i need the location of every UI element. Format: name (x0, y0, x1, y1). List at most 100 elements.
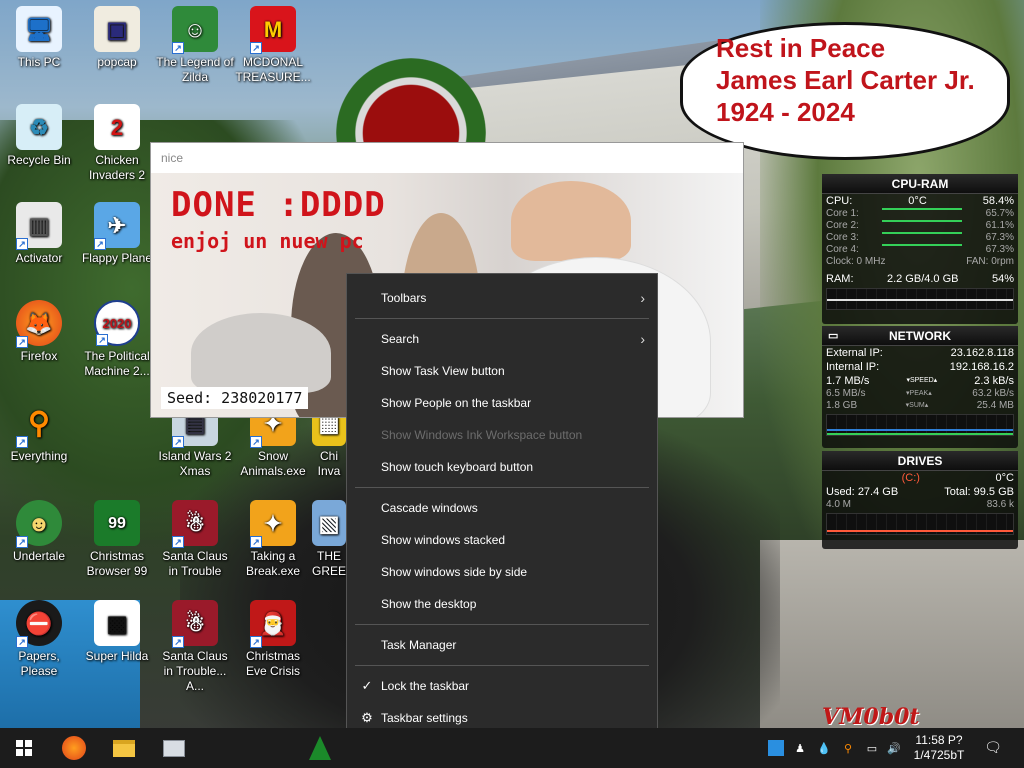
political-machine-icon: 2020 ↗ (94, 300, 140, 346)
chicken-icon: 2 (94, 104, 140, 150)
desktop-icon-activator[interactable]: ▥ ↗ Activator (0, 202, 78, 266)
wallpaper-path (760, 540, 1024, 730)
computer-icon: 🖥 (16, 6, 62, 52)
search-magnifier-icon[interactable]: ⚲ (840, 740, 856, 756)
menu-item-show-task-view[interactable]: Show Task View button (347, 355, 657, 387)
menu-separator (355, 624, 649, 625)
menu-separator (355, 665, 649, 666)
core-row: Core 1: 65.7% (826, 208, 1014, 219)
menu-item-task-manager[interactable]: Task Manager (347, 629, 657, 661)
enjoy-subline: enjoj un nuew pc (171, 229, 364, 253)
desktop-icon-everything[interactable]: ⚲ ↗ Everything (0, 400, 78, 464)
speed-row: 1.7 MB/s ▾SPEED▴ 2.3 kB/s (826, 375, 1014, 387)
tray-app-icon[interactable] (768, 740, 784, 756)
taskbar[interactable]: ♟ 💧 ⚲ ▭ 🔊 11:58 P? 1/4725bT 🗨 (0, 728, 1024, 768)
download-graph-line (827, 429, 1013, 431)
memorial-line-3: 1924 - 2024 (716, 97, 855, 127)
ram-row: RAM: 2.2 GB/4.0 GB 54% (826, 273, 1014, 285)
taskbar-christmas-browser[interactable] (296, 728, 344, 768)
computer-screen (191, 313, 331, 393)
drive-usage-row: Used: 27.4 GB Total: 99.5 GB (826, 486, 1014, 498)
taskbar-firefox[interactable] (50, 728, 98, 768)
drives-gadget[interactable]: DRIVES (C:) 0°C Used: 27.4 GB Total: 99.… (822, 451, 1018, 549)
desktop-icon-legend-of-zilda[interactable]: ☺ ↗ The Legend of Zilda (156, 6, 234, 85)
menu-separator (355, 487, 649, 488)
people-icon[interactable]: ♟ (792, 740, 808, 756)
recycle-bin-icon: ♻ (16, 104, 62, 150)
menu-separator (355, 318, 649, 319)
volume-icon[interactable]: 🔊 (886, 740, 902, 756)
desktop-icon-papers-please[interactable]: ⛔ ↗ Papers, Please (0, 600, 78, 679)
external-ip-row: External IP: 23.162.8.118 (826, 347, 1014, 359)
core-load-bar (882, 208, 963, 210)
memorial-line-1: Rest in Peace (716, 33, 886, 63)
menu-item-cascade-windows[interactable]: Cascade windows (347, 492, 657, 524)
checkmark-icon: ✓ (361, 678, 373, 693)
peak-row: 6.5 MB/s ▾PEAK▴ 63.2 kB/s (826, 388, 1014, 399)
menu-item-show-desktop[interactable]: Show the desktop (347, 588, 657, 620)
desktop-icon-popcap[interactable]: ▣ popcap (78, 6, 156, 70)
network-gadget[interactable]: ▭ NETWORK External IP: 23.162.8.118 Inte… (822, 326, 1018, 448)
taskbar-app[interactable] (150, 728, 198, 768)
memorial-line-2: James Earl Carter Jr. (716, 65, 975, 95)
action-center-icon[interactable]: 🗨 (984, 738, 1002, 756)
gadget-title: DRIVES (822, 451, 1018, 471)
christmas-tree-icon: 99 (94, 500, 140, 546)
desktop-icon-political-machine[interactable]: 2020 ↗ The Political Machine 2... (78, 300, 156, 379)
taskbar-file-explorer[interactable] (100, 728, 148, 768)
cpu-row: CPU: 0°C 58.4% (826, 195, 1014, 207)
core-row: Core 3: 67.3% (826, 232, 1014, 243)
menu-item-search[interactable]: Search › (347, 323, 657, 355)
gadget-title: CPU-RAM (822, 174, 1018, 194)
desktop-icon-christmas-eve-crisis[interactable]: 🎅 ↗ Christmas Eve Crisis (234, 600, 312, 679)
activator-icon: ▥ ↗ (16, 202, 62, 250)
watermark-text: VM0b0t (822, 704, 920, 730)
desktop-icon-the-gree-partial[interactable]: ▧ THE GREE (312, 500, 346, 579)
clock-time: 11:58 P? (915, 733, 963, 747)
sum-row: 1.8 GB ▾SUM▴ 25.4 MB (826, 400, 1014, 411)
desktop-icon-super-hilda[interactable]: ▩ Super Hilda (78, 600, 156, 664)
menu-item-toolbars[interactable]: Toolbars › (347, 282, 657, 314)
monitor-icon: ▭ (828, 330, 839, 342)
santa-icon: ☃ ↗ (172, 500, 218, 548)
papers-please-icon: ⛔ ↗ (16, 600, 62, 648)
chevron-right-icon: › (640, 290, 645, 306)
desktop-icon-christmas-browser-99[interactable]: 99 Christmas Browser 99 (78, 500, 156, 579)
cpu-ram-gadget[interactable]: CPU-RAM CPU: 0°C 58.4% Core 1: 65.7% Core… (822, 174, 1018, 324)
menu-item-show-touch-keyboard[interactable]: Show touch keyboard button (347, 451, 657, 483)
internal-ip-row: Internal IP: 192.168.16.2 (826, 361, 1014, 373)
menu-item-lock-taskbar[interactable]: ✓ Lock the taskbar (347, 670, 657, 702)
seed-label: Seed: 238020177 (161, 387, 309, 409)
window-title[interactable]: nice (151, 143, 743, 173)
desktop-icon-recycle-bin[interactable]: ♻ Recycle Bin (0, 104, 78, 168)
start-button[interactable] (0, 728, 48, 768)
menu-item-windows-side-by-side[interactable]: Show windows side by side (347, 556, 657, 588)
desktop-icon-firefox[interactable]: 🦊 ↗ Firefox (0, 300, 78, 364)
folder-icon (113, 739, 135, 757)
droplet-icon[interactable]: 💧 (816, 740, 832, 756)
super-hilda-icon: ▩ (94, 600, 140, 646)
desktop-icon-santa-claus-in-trouble-again[interactable]: ☃ ↗ Santa Claus in Trouble... A... (156, 600, 234, 694)
drive-activity-graph (826, 513, 1014, 535)
taskbar-clock[interactable]: 11:58 P? 1/4725bT (906, 733, 972, 763)
firefox-icon: 🦊 ↗ (16, 300, 62, 348)
desktop-icon-flappy-plane[interactable]: ✈ ↗ Flappy Plane (78, 202, 156, 266)
christmas-tree-icon (309, 736, 331, 760)
desktop-icon-chicken-invaders-2[interactable]: 2 Chicken Invaders 2 (78, 104, 156, 183)
desktop-icon-santa-claus-in-trouble[interactable]: ☃ ↗ Santa Claus in Trouble (156, 500, 234, 579)
santa-face-icon: 🎅 ↗ (250, 600, 296, 648)
network-traffic-graph (826, 414, 1014, 436)
desktop-icon-mcdonal-treasure[interactable]: M ↗ MCDONAL TREASURE... (234, 6, 312, 85)
network-icon[interactable]: ▭ (864, 740, 880, 756)
ram-usage-graph (826, 288, 1014, 310)
upload-graph-line (827, 433, 1013, 435)
windows-logo-icon (16, 740, 32, 756)
desktop-icon-taking-a-break[interactable]: ✦ ↗ Taking a Break.exe (234, 500, 312, 579)
popcap-icon: ▣ (94, 6, 140, 52)
menu-item-show-people[interactable]: Show People on the taskbar (347, 387, 657, 419)
desktop-icon-this-pc[interactable]: 🖥 This PC (0, 6, 78, 70)
drive-io-row: 4.0 M 83.6 k (826, 499, 1014, 510)
menu-item-windows-stacked[interactable]: Show windows stacked (347, 524, 657, 556)
zilda-game-icon: ☺ ↗ (172, 6, 218, 54)
desktop-icon-undertale[interactable]: ☻ ↗ Undertale (0, 500, 78, 564)
